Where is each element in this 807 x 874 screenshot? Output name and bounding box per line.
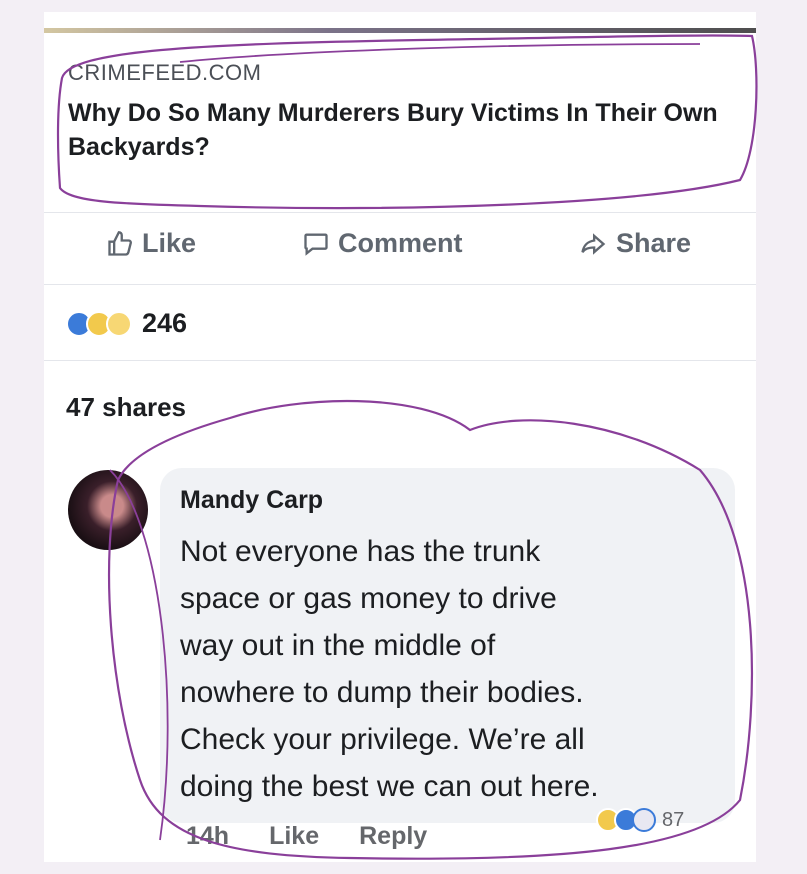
link-headline[interactable]: Why Do So Many Murderers Bury Victims In… [68,96,758,164]
comment-text: Not everyone has the trunk space or gas … [180,535,599,803]
like-button[interactable]: Like [106,228,196,259]
haha-icon [106,310,132,337]
share-icon [581,232,606,255]
share-button[interactable]: Share [578,228,691,259]
post-action-bar: Like Comment Share [44,220,756,272]
comment-like-button[interactable]: Like [269,822,319,851]
comment-icon [304,233,328,256]
comment-button[interactable]: Comment [302,228,463,259]
love-icon [632,808,656,832]
share-count[interactable]: 47 shares [66,392,186,423]
divider [44,284,756,285]
reaction-summary[interactable]: 246 [66,308,187,339]
avatar[interactable] [68,470,148,550]
share-label: Share [616,228,692,258]
comment-label: Comment [338,228,463,258]
link-source[interactable]: CRIMEFEED.COM [68,60,262,86]
comment-reaction-count: 87 [662,808,685,831]
comment-meta: 14h Like Reply [186,822,427,851]
thumbs-up-icon [108,230,132,256]
comment-reactions[interactable]: 87 [596,808,684,832]
reaction-count: 246 [142,308,188,338]
comment-reply-button[interactable]: Reply [359,822,427,851]
comment-author[interactable]: Mandy Carp [180,486,323,515]
comment-time[interactable]: 14h [186,822,229,851]
like-label: Like [142,228,197,258]
post-top-strip [44,28,756,33]
divider [44,360,756,361]
divider [44,212,756,213]
